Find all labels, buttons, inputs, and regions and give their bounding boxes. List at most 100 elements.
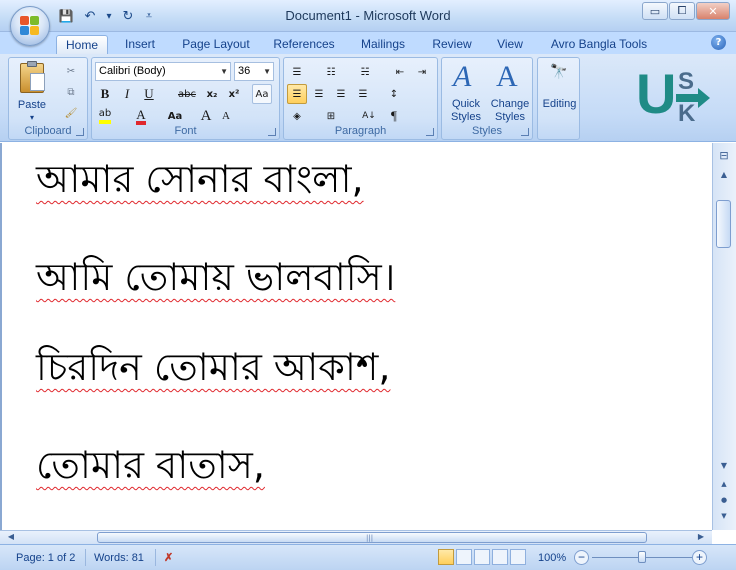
scroll-left-icon[interactable]: ◀ bbox=[4, 530, 18, 544]
strikethrough-button[interactable]: abc bbox=[175, 84, 199, 104]
change-styles-button[interactable]: A Change Styles bbox=[488, 60, 532, 124]
previous-page-icon[interactable]: ▲ bbox=[717, 477, 731, 491]
document-page[interactable]: আমার সোনার বাংলা, আমি তোমায় ভালবাসি। চি… bbox=[0, 143, 712, 530]
line-spacing-icon[interactable]: ↕ bbox=[384, 84, 404, 104]
bold-button[interactable]: B bbox=[95, 84, 115, 104]
change-case-button[interactable]: Aa bbox=[162, 106, 188, 126]
sort-icon[interactable]: A↓ bbox=[359, 106, 379, 126]
vertical-scrollbar[interactable]: ⊟ ▲ ▼ ▲ ● ▼ bbox=[712, 143, 736, 530]
document-line-4[interactable]: তোমার বাতাস, bbox=[36, 443, 265, 487]
word-count-status[interactable]: Words: 81 bbox=[94, 550, 144, 566]
office-button[interactable] bbox=[10, 6, 50, 46]
page-count-status[interactable]: Page: 1 of 2 bbox=[16, 550, 75, 566]
binoculars-icon: 🔭 bbox=[550, 64, 568, 80]
proofing-icon[interactable]: ✗ bbox=[164, 550, 173, 566]
ribbon: Paste ▾ ✂ ⧉ 🖌 Clipboard Calibri (Body) ▼… bbox=[0, 54, 736, 142]
status-bar: Page: 1 of 2 Words: 81 ✗ 100% − + bbox=[0, 544, 736, 570]
quick-styles-label-1: Quick bbox=[451, 98, 481, 110]
bullets-icon[interactable]: ☰ bbox=[287, 62, 307, 82]
scroll-right-icon[interactable]: ▶ bbox=[694, 530, 708, 544]
highlight-icon-glyph: ab bbox=[98, 108, 112, 124]
next-page-icon[interactable]: ▼ bbox=[717, 509, 731, 523]
underline-button[interactable]: U bbox=[139, 84, 159, 104]
shrink-font-button[interactable]: A bbox=[216, 106, 236, 126]
show-formatting-marks-icon[interactable]: ¶ bbox=[384, 106, 404, 126]
tab-view[interactable]: View bbox=[490, 35, 530, 54]
format-painter-icon[interactable]: 🖌 bbox=[61, 103, 81, 123]
font-name-combo[interactable]: Calibri (Body) ▼ bbox=[95, 62, 231, 81]
ribbon-tab-row: Home Insert Page Layout References Maili… bbox=[0, 32, 736, 54]
paragraph-dialog-launcher-icon[interactable] bbox=[426, 128, 434, 136]
change-styles-icon: A bbox=[496, 60, 518, 93]
numbering-icon[interactable]: ☷ bbox=[321, 62, 341, 82]
styles-dialog-launcher-icon[interactable] bbox=[521, 128, 529, 136]
tab-home[interactable]: Home bbox=[56, 35, 108, 54]
zoom-out-icon[interactable]: − bbox=[574, 550, 589, 565]
quick-styles-button[interactable]: A Quick Styles bbox=[445, 60, 487, 124]
grow-font-button[interactable]: A bbox=[196, 106, 216, 126]
align-right-icon[interactable]: ☰ bbox=[331, 84, 351, 104]
font-dialog-launcher-icon[interactable] bbox=[268, 128, 276, 136]
quick-styles-label-2: Styles bbox=[451, 111, 481, 123]
help-icon[interactable]: ? bbox=[711, 35, 726, 50]
draft-view-icon[interactable] bbox=[510, 549, 526, 565]
maximize-button[interactable]: ⧠ bbox=[669, 2, 695, 20]
outline-view-icon[interactable] bbox=[492, 549, 508, 565]
font-size-dropdown-icon[interactable]: ▼ bbox=[263, 63, 271, 80]
document-line-1[interactable]: আমার সোনার বাংলা, bbox=[36, 157, 364, 201]
italic-button[interactable]: I bbox=[117, 84, 137, 104]
zoom-level[interactable]: 100% bbox=[538, 550, 566, 566]
zoom-slider-thumb[interactable] bbox=[638, 551, 646, 563]
cut-icon[interactable]: ✂ bbox=[61, 61, 81, 81]
select-browse-object-icon[interactable]: ● bbox=[717, 493, 731, 507]
editing-label: Editing bbox=[542, 98, 577, 110]
font-color-icon[interactable]: A bbox=[131, 106, 151, 126]
align-left-icon[interactable]: ☰ bbox=[287, 84, 307, 104]
zoom-in-icon[interactable]: + bbox=[692, 550, 707, 565]
zoom-slider[interactable] bbox=[592, 551, 692, 563]
tab-insert[interactable]: Insert bbox=[116, 35, 164, 54]
status-separator bbox=[85, 549, 86, 566]
clear-formatting-icon[interactable]: Aa bbox=[252, 84, 272, 104]
arrow-icon bbox=[676, 94, 700, 102]
increase-indent-icon[interactable]: ⇥ bbox=[412, 62, 432, 82]
clipboard-group: Paste ▾ ✂ ⧉ 🖌 Clipboard bbox=[8, 57, 88, 140]
quick-styles-icon: A bbox=[453, 60, 472, 93]
horizontal-scroll-thumb[interactable]: ||| bbox=[97, 532, 647, 543]
scroll-up-icon[interactable]: ▲ bbox=[717, 168, 731, 182]
clipboard-dialog-launcher-icon[interactable] bbox=[76, 128, 84, 136]
font-name-dropdown-icon[interactable]: ▼ bbox=[220, 63, 228, 80]
horizontal-scrollbar[interactable]: ◀ ||| ▶ bbox=[0, 530, 712, 544]
tab-review[interactable]: Review bbox=[426, 35, 478, 54]
justify-icon[interactable]: ☰ bbox=[353, 84, 373, 104]
tab-page-layout[interactable]: Page Layout bbox=[178, 35, 254, 54]
paste-button[interactable]: Paste ▾ bbox=[14, 61, 50, 122]
tab-references[interactable]: References bbox=[268, 35, 340, 54]
shading-icon[interactable]: ◈ bbox=[287, 106, 307, 126]
print-layout-view-icon[interactable] bbox=[438, 549, 454, 565]
editing-group[interactable]: 🔭 Editing bbox=[537, 57, 580, 140]
minimize-button[interactable]: ▭ bbox=[642, 2, 668, 20]
view-ruler-icon[interactable]: ⊟ bbox=[717, 149, 731, 163]
full-screen-reading-view-icon[interactable] bbox=[456, 549, 472, 565]
font-size-value: 36 bbox=[238, 65, 251, 77]
multilevel-list-icon[interactable]: ☵ bbox=[355, 62, 375, 82]
office-logo-icon bbox=[20, 16, 40, 36]
copy-icon[interactable]: ⧉ bbox=[61, 82, 81, 102]
borders-icon[interactable]: ⊞ bbox=[321, 106, 341, 126]
subscript-button[interactable]: x₂ bbox=[202, 84, 222, 104]
document-line-3[interactable]: চিরদিন তোমার আকাশ, bbox=[36, 345, 390, 389]
font-size-combo[interactable]: 36 ▼ bbox=[234, 62, 274, 81]
superscript-button[interactable]: x² bbox=[224, 84, 244, 104]
tab-avro-bangla-tools[interactable]: Avro Bangla Tools bbox=[544, 35, 654, 54]
tab-mailings[interactable]: Mailings bbox=[354, 35, 412, 54]
web-layout-view-icon[interactable] bbox=[474, 549, 490, 565]
document-line-2[interactable]: আমি তোমায় ভালবাসি। bbox=[36, 255, 395, 299]
close-button[interactable]: ✕ bbox=[696, 2, 730, 20]
center-icon[interactable]: ☰ bbox=[309, 84, 329, 104]
scroll-down-icon[interactable]: ▼ bbox=[717, 459, 731, 473]
highlight-icon[interactable]: ab bbox=[95, 106, 115, 126]
vertical-scroll-thumb[interactable] bbox=[716, 200, 731, 248]
decrease-indent-icon[interactable]: ⇤ bbox=[390, 62, 410, 82]
paste-dropdown-icon[interactable]: ▾ bbox=[14, 111, 50, 124]
